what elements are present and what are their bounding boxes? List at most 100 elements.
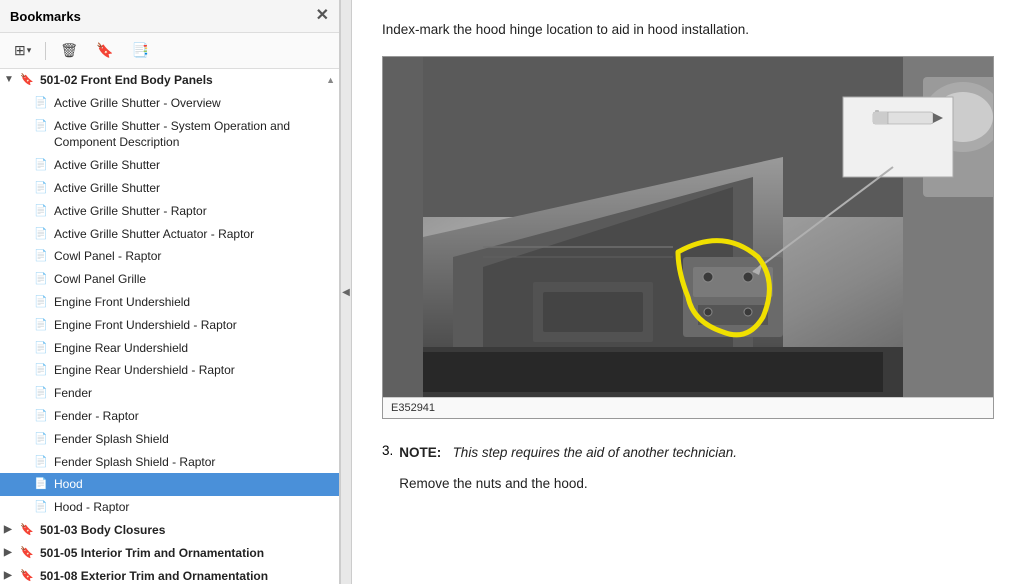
doc-icon-cowl-grille: 📄 [34, 272, 50, 287]
step-body-text: Remove the nuts and the hood. [399, 474, 737, 494]
close-button[interactable]: ✕ [316, 8, 329, 24]
note-text: This step requires the aid of another te… [453, 445, 737, 460]
car-illustration [383, 57, 993, 397]
item-label-ers-raptor: Engine Rear Undershield - Raptor [54, 362, 335, 379]
tree-section-501-02[interactable]: ▼ 🔖 501-02 Front End Body Panels ▲ [0, 69, 339, 92]
doc-icon-hood: 📄 [34, 477, 50, 492]
item-label-agsa-raptor: Active Grille Shutter Actuator - Raptor [54, 226, 335, 243]
bookmark-button-2[interactable]: 📑 [125, 38, 154, 63]
figure-container: E352941 [382, 56, 994, 419]
tree-section-501-03[interactable]: ▶ 🔖 501-03 Body Closures [0, 519, 339, 542]
section-label-501-02: 501-02 Front End Body Panels [40, 72, 322, 89]
sidebar-titlebar: Bookmarks ✕ [0, 0, 339, 33]
doc-icon-ers-raptor: 📄 [34, 363, 50, 378]
doc-icon-ags-sysop: 📄 [34, 119, 50, 134]
tree-section-501-08[interactable]: ▶ 🔖 501-08 Exterior Trim and Ornamentati… [0, 565, 339, 584]
expand-all-button[interactable]: ⊞ ▾ [8, 38, 37, 63]
section-label-501-03: 501-03 Body Closures [40, 522, 335, 539]
sidebar-toolbar: ⊞ ▾ 🗑 🔖 📑 [0, 33, 339, 69]
scroll-indicator: ▲ [326, 74, 335, 87]
item-label-ags1: Active Grille Shutter [54, 157, 335, 174]
expand-icon-501-08: ▶ [4, 569, 18, 583]
item-label-fender-raptor: Fender - Raptor [54, 408, 335, 425]
item-label-fss-raptor: Fender Splash Shield - Raptor [54, 454, 335, 471]
doc-icon-agsa-raptor: 📄 [34, 227, 50, 242]
item-label-hood-raptor: Hood - Raptor [54, 499, 335, 516]
bookmark-icon-2: 📑 [131, 42, 148, 59]
doc-icon-fss-raptor: 📄 [34, 455, 50, 470]
item-label-ags2: Active Grille Shutter [54, 180, 335, 197]
collapse-icon-501-02: ▼ [4, 73, 18, 87]
doc-icon-fender: 📄 [34, 386, 50, 401]
dropdown-arrow-icon: ▾ [27, 45, 32, 56]
item-label-ags-sysop: Active Grille Shutter - System Operation… [54, 118, 335, 152]
sidebar: Bookmarks ✕ ⊞ ▾ 🗑 🔖 📑 ▼ 🔖 501-02 Front E… [0, 0, 340, 584]
tree-item-ers-raptor[interactable]: 📄 Engine Rear Undershield - Raptor [0, 359, 339, 382]
sidebar-title: Bookmarks [10, 9, 81, 24]
step-number: 3. [382, 443, 393, 458]
item-label-hood: Hood [54, 476, 335, 493]
item-label-fss: Fender Splash Shield [54, 431, 335, 448]
item-label-cowl-grille: Cowl Panel Grille [54, 271, 335, 288]
bookmark-button-1[interactable]: 🔖 [90, 38, 119, 63]
toolbar-divider-1 [45, 42, 46, 60]
bookmark-section-icon: 🔖 [20, 73, 36, 88]
tree-item-ags-raptor[interactable]: 📄 Active Grille Shutter - Raptor [0, 200, 339, 223]
doc-icon-ers: 📄 [34, 341, 50, 356]
doc-icon-ags1: 📄 [34, 158, 50, 173]
tree-item-fender-raptor[interactable]: 📄 Fender - Raptor [0, 405, 339, 428]
tree-item-ags1[interactable]: 📄 Active Grille Shutter [0, 154, 339, 177]
item-label-ers: Engine Rear Undershield [54, 340, 335, 357]
bookmark-section-icon-08: 🔖 [20, 569, 36, 584]
note-label: NOTE: [399, 445, 441, 460]
tree-item-efs[interactable]: 📄 Engine Front Undershield [0, 291, 339, 314]
tree-item-efs-raptor[interactable]: 📄 Engine Front Undershield - Raptor [0, 314, 339, 337]
item-label-ags-raptor: Active Grille Shutter - Raptor [54, 203, 335, 220]
bookmark-section-icon-05: 🔖 [20, 546, 36, 561]
doc-icon-fender-raptor: 📄 [34, 409, 50, 424]
expand-icon-501-03: ▶ [4, 523, 18, 537]
bookmark-tree: ▼ 🔖 501-02 Front End Body Panels ▲ 📄 Act… [0, 69, 339, 584]
tree-item-agsa-raptor[interactable]: 📄 Active Grille Shutter Actuator - Rapto… [0, 223, 339, 246]
step-note: NOTE: This step requires the aid of anot… [399, 443, 737, 463]
item-label-efs-raptor: Engine Front Undershield - Raptor [54, 317, 335, 334]
tree-item-ers[interactable]: 📄 Engine Rear Undershield [0, 337, 339, 360]
tree-section-501-05[interactable]: ▶ 🔖 501-05 Interior Trim and Ornamentati… [0, 542, 339, 565]
tree-item-ags-sysop[interactable]: 📄 Active Grille Shutter - System Operati… [0, 115, 339, 155]
sidebar-collapse-handle[interactable]: ◀ [340, 0, 352, 584]
section-label-501-05: 501-05 Interior Trim and Ornamentation [40, 545, 335, 562]
item-label-ags-overview: Active Grille Shutter - Overview [54, 95, 335, 112]
doc-icon-ags2: 📄 [34, 181, 50, 196]
tree-item-fss[interactable]: 📄 Fender Splash Shield [0, 428, 339, 451]
bookmark-section-icon-03: 🔖 [20, 523, 36, 538]
item-label-efs: Engine Front Undershield [54, 294, 335, 311]
instruction-text: Index-mark the hood hinge location to ai… [382, 20, 994, 40]
tree-item-ags-overview[interactable]: 📄 Active Grille Shutter - Overview [0, 92, 339, 115]
tree-item-fender[interactable]: 📄 Fender [0, 382, 339, 405]
item-label-cowl-raptor: Cowl Panel - Raptor [54, 248, 335, 265]
tree-item-cowl-raptor[interactable]: 📄 Cowl Panel - Raptor [0, 245, 339, 268]
trash-icon: 🗑 [60, 42, 78, 59]
bookmark-icon-1: 🔖 [96, 42, 113, 59]
main-content: Index-mark the hood hinge location to ai… [352, 0, 1024, 584]
tree-item-hood-raptor[interactable]: 📄 Hood - Raptor [0, 496, 339, 519]
tree-item-ags2[interactable]: 📄 Active Grille Shutter [0, 177, 339, 200]
section-label-501-08: 501-08 Exterior Trim and Ornamentation [40, 568, 335, 584]
figure-caption: E352941 [383, 397, 993, 418]
doc-icon-cowl-raptor: 📄 [34, 249, 50, 264]
delete-bookmark-button[interactable]: 🗑 [54, 38, 84, 63]
step-3-container: 3. NOTE: This step requires the aid of a… [382, 443, 994, 494]
expand-icon-501-05: ▶ [4, 546, 18, 560]
tree-item-fss-raptor[interactable]: 📄 Fender Splash Shield - Raptor [0, 451, 339, 474]
figure-id: E352941 [391, 402, 435, 414]
figure-image [383, 57, 993, 397]
step-3-content: NOTE: This step requires the aid of anot… [399, 443, 737, 494]
tree-item-cowl-grille[interactable]: 📄 Cowl Panel Grille [0, 268, 339, 291]
expand-collapse-icon: ⊞ [14, 42, 26, 59]
tree-item-hood[interactable]: 📄 Hood [0, 473, 339, 496]
doc-icon-efs-raptor: 📄 [34, 318, 50, 333]
doc-icon-ags-overview: 📄 [34, 96, 50, 111]
doc-icon-ags-raptor: 📄 [34, 204, 50, 219]
doc-icon-efs: 📄 [34, 295, 50, 310]
item-label-fender: Fender [54, 385, 335, 402]
